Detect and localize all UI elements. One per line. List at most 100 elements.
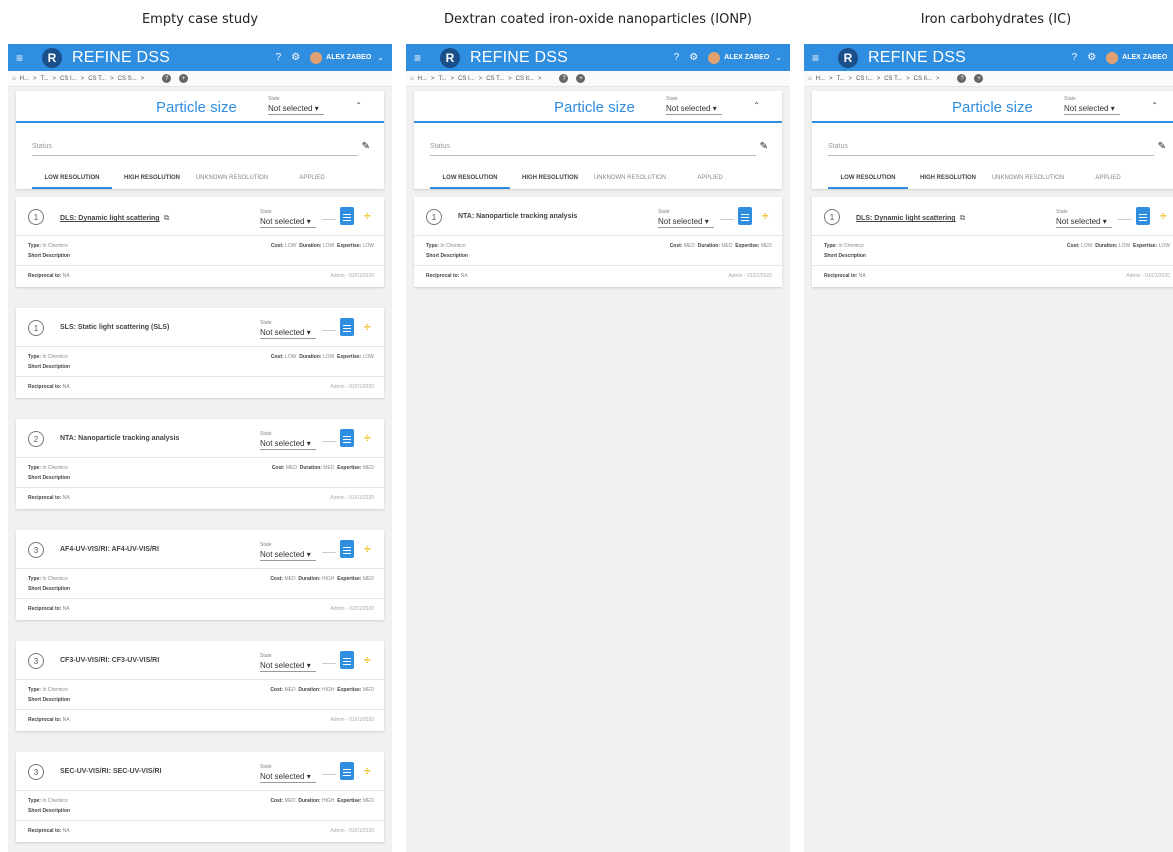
breadcrumb-item[interactable]: CS S... bbox=[118, 76, 137, 82]
tab-high-resolution[interactable]: HIGH RESOLUTION bbox=[112, 173, 192, 189]
clipboard-icon[interactable] bbox=[738, 207, 752, 225]
merge-icon[interactable]: ÷ bbox=[1160, 207, 1167, 225]
breadcrumb-item[interactable]: CS II... bbox=[914, 76, 932, 82]
pencil-icon[interactable]: ✎ bbox=[760, 141, 768, 152]
tab-unknown-resolution[interactable]: UNKNOWN RESOLUTION bbox=[590, 173, 670, 189]
help-circle-icon[interactable]: ? bbox=[559, 74, 569, 83]
state-select[interactable]: Not selected ▾ bbox=[658, 217, 714, 228]
breadcrumb-item[interactable]: > bbox=[479, 76, 483, 82]
breadcrumb-item[interactable]: CS II... bbox=[516, 76, 534, 82]
tab-applied[interactable]: APPLIED bbox=[670, 173, 750, 189]
breadcrumb-item[interactable]: > bbox=[829, 76, 833, 82]
merge-icon[interactable]: ÷ bbox=[364, 651, 371, 669]
menu-icon[interactable]: ≡ bbox=[16, 51, 36, 65]
state-select[interactable]: Not selected ▾ bbox=[666, 104, 722, 115]
user-name[interactable]: ALEX ZABEO bbox=[1122, 54, 1167, 61]
breadcrumb-item[interactable]: CS I... bbox=[856, 76, 873, 82]
pencil-icon[interactable]: ✎ bbox=[362, 141, 370, 152]
breadcrumb-item[interactable]: H... bbox=[418, 76, 427, 82]
chevron-down-icon[interactable]: ⌄ bbox=[377, 53, 384, 62]
state-select[interactable]: Not selected ▾ bbox=[260, 661, 316, 672]
pencil-icon[interactable]: ✎ bbox=[1158, 141, 1166, 152]
method-name-text[interactable]: DLS: Dynamic light scattering bbox=[60, 215, 160, 222]
avatar[interactable] bbox=[1106, 51, 1119, 64]
chevron-down-icon[interactable]: ⌄ bbox=[775, 53, 782, 62]
gear-icon[interactable]: ⚙ bbox=[291, 52, 300, 63]
clipboard-icon[interactable] bbox=[340, 762, 354, 780]
clipboard-icon[interactable] bbox=[340, 207, 354, 225]
status-field[interactable] bbox=[430, 155, 756, 156]
help-icon[interactable]: ? bbox=[276, 52, 282, 63]
breadcrumb-item[interactable]: > bbox=[508, 76, 512, 82]
method-name[interactable]: DLS: Dynamic light scattering ⧉ bbox=[856, 213, 965, 223]
tab-low-resolution[interactable]: LOW RESOLUTION bbox=[430, 173, 510, 189]
tab-high-resolution[interactable]: HIGH RESOLUTION bbox=[908, 173, 988, 189]
breadcrumb-item[interactable]: > bbox=[53, 76, 57, 82]
home-icon[interactable]: ⌂ bbox=[808, 76, 812, 82]
breadcrumb-item[interactable]: CS T... bbox=[884, 76, 902, 82]
merge-icon[interactable]: ÷ bbox=[364, 318, 371, 336]
tab-low-resolution[interactable]: LOW RESOLUTION bbox=[828, 173, 908, 189]
add-icon[interactable]: + bbox=[576, 74, 586, 83]
help-circle-icon[interactable]: ? bbox=[957, 74, 967, 83]
method-name[interactable]: DLS: Dynamic light scattering ⧉ bbox=[60, 213, 169, 223]
state-select[interactable]: Not selected ▾ bbox=[268, 104, 324, 115]
breadcrumb-item[interactable]: > bbox=[877, 76, 881, 82]
breadcrumb-item[interactable]: T... bbox=[40, 76, 48, 82]
state-select[interactable]: Not selected ▾ bbox=[260, 550, 316, 561]
tab-applied[interactable]: APPLIED bbox=[1068, 173, 1148, 189]
external-link-icon[interactable]: ⧉ bbox=[164, 213, 170, 223]
breadcrumb-item[interactable]: T... bbox=[438, 76, 446, 82]
tab-high-resolution[interactable]: HIGH RESOLUTION bbox=[510, 173, 590, 189]
merge-icon[interactable]: ÷ bbox=[364, 429, 371, 447]
menu-icon[interactable]: ≡ bbox=[414, 51, 434, 65]
breadcrumb-item[interactable]: CS T... bbox=[88, 76, 106, 82]
chevron-up-icon[interactable]: ⌃ bbox=[753, 101, 760, 110]
method-name-text[interactable]: DLS: Dynamic light scattering bbox=[856, 215, 956, 222]
merge-icon[interactable]: ÷ bbox=[364, 762, 371, 780]
breadcrumb-item[interactable]: > bbox=[110, 76, 114, 82]
home-icon[interactable]: ⌂ bbox=[12, 76, 16, 82]
clipboard-icon[interactable] bbox=[340, 318, 354, 336]
clipboard-icon[interactable] bbox=[340, 651, 354, 669]
breadcrumb-item[interactable]: > bbox=[141, 76, 145, 82]
breadcrumb-item[interactable]: H... bbox=[816, 76, 825, 82]
breadcrumb-item[interactable]: > bbox=[451, 76, 455, 82]
external-link-icon[interactable]: ⧉ bbox=[960, 213, 966, 223]
gear-icon[interactable]: ⚙ bbox=[689, 52, 698, 63]
tab-low-resolution[interactable]: LOW RESOLUTION bbox=[32, 173, 112, 189]
avatar[interactable] bbox=[708, 51, 721, 64]
chevron-up-icon[interactable]: ⌃ bbox=[355, 101, 362, 110]
user-name[interactable]: ALEX ZABEO bbox=[326, 54, 371, 61]
user-name[interactable]: ALEX ZABEO bbox=[724, 54, 769, 61]
breadcrumb-item[interactable]: > bbox=[849, 76, 853, 82]
help-icon[interactable]: ? bbox=[674, 52, 680, 63]
breadcrumb-item[interactable]: T... bbox=[836, 76, 844, 82]
merge-icon[interactable]: ÷ bbox=[762, 207, 769, 225]
avatar[interactable] bbox=[310, 51, 323, 64]
breadcrumb-item[interactable]: CS I... bbox=[60, 76, 77, 82]
chevron-up-icon[interactable]: ⌃ bbox=[1151, 101, 1158, 110]
help-circle-icon[interactable]: ? bbox=[162, 74, 172, 83]
breadcrumb-item[interactable]: > bbox=[936, 76, 940, 82]
clipboard-icon[interactable] bbox=[340, 540, 354, 558]
breadcrumb-item[interactable]: CS T... bbox=[486, 76, 504, 82]
breadcrumb-item[interactable]: > bbox=[431, 76, 435, 82]
breadcrumb-item[interactable]: > bbox=[33, 76, 37, 82]
add-icon[interactable]: + bbox=[974, 74, 984, 83]
breadcrumb-item[interactable]: CS I... bbox=[458, 76, 475, 82]
state-select[interactable]: Not selected ▾ bbox=[1064, 104, 1120, 115]
state-select[interactable]: Not selected ▾ bbox=[260, 217, 316, 228]
tab-applied[interactable]: APPLIED bbox=[272, 173, 352, 189]
clipboard-icon[interactable] bbox=[1136, 207, 1150, 225]
status-field[interactable] bbox=[828, 155, 1154, 156]
breadcrumb-item[interactable]: > bbox=[538, 76, 542, 82]
state-select[interactable]: Not selected ▾ bbox=[1056, 217, 1112, 228]
status-field[interactable] bbox=[32, 155, 358, 156]
add-icon[interactable]: + bbox=[179, 74, 189, 83]
tab-unknown-resolution[interactable]: UNKNOWN RESOLUTION bbox=[192, 173, 272, 189]
merge-icon[interactable]: ÷ bbox=[364, 207, 371, 225]
gear-icon[interactable]: ⚙ bbox=[1087, 52, 1096, 63]
state-select[interactable]: Not selected ▾ bbox=[260, 439, 316, 450]
home-icon[interactable]: ⌂ bbox=[410, 76, 414, 82]
